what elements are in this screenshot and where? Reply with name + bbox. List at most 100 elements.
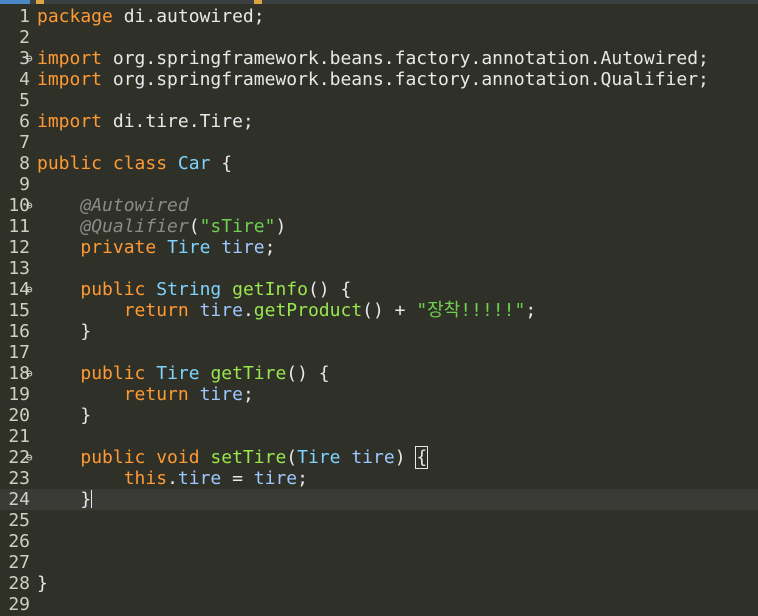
code-line[interactable]: 7 bbox=[0, 132, 758, 153]
code-text[interactable]: @Autowired bbox=[37, 195, 188, 216]
code-line[interactable]: 1 package di.autowired; bbox=[0, 6, 758, 27]
code-line[interactable]: 14 ⊖ public String getInfo() { bbox=[0, 279, 758, 300]
code-token: this bbox=[123, 468, 168, 489]
code-token: Car bbox=[177, 153, 211, 174]
code-line[interactable]: 28} bbox=[0, 573, 758, 594]
code-text[interactable]: private Tire tire; bbox=[37, 237, 275, 258]
tab-icon bbox=[36, 0, 44, 4]
code-line[interactable]: 23 this.tire = tire; bbox=[0, 468, 758, 489]
code-line[interactable]: 10 ⊖ @Autowired bbox=[0, 195, 758, 216]
code-token: } bbox=[37, 489, 92, 510]
fold-toggle-icon[interactable]: ⊖ bbox=[26, 279, 36, 300]
code-line[interactable]: 5 bbox=[0, 90, 758, 111]
code-text[interactable]: } bbox=[37, 321, 91, 342]
code-token: import bbox=[37, 69, 103, 90]
code-line[interactable]: 19 return tire; bbox=[0, 384, 758, 405]
fold-toggle-icon[interactable]: ⊖ bbox=[26, 447, 36, 468]
code-token: org.springframework.beans.factory.annota… bbox=[102, 48, 709, 69]
code-text[interactable]: public void setTire(Tire tire) { bbox=[37, 446, 429, 469]
code-line[interactable]: 9 bbox=[0, 174, 758, 195]
code-token: = bbox=[221, 468, 254, 489]
code-token: . bbox=[242, 300, 254, 321]
code-line[interactable]: 3 ⊖ import org.springframework.beans.facto… bbox=[0, 48, 758, 69]
fold-toggle-icon[interactable]: ⊖ bbox=[26, 363, 36, 384]
code-text[interactable]: package di.autowired; bbox=[37, 6, 265, 27]
line-number: 8 bbox=[19, 153, 30, 174]
code-token: } bbox=[37, 321, 92, 342]
code-line[interactable]: 15 return tire.getProduct() + "장착!!!!!"; bbox=[0, 300, 758, 321]
line-number: 21 bbox=[8, 426, 30, 447]
line-number: 6 bbox=[19, 111, 30, 132]
fold-toggle-icon[interactable]: ⊖ bbox=[26, 195, 36, 216]
code-line[interactable]: 12 private Tire tire; bbox=[0, 237, 758, 258]
code-line[interactable]: 17 bbox=[0, 342, 758, 363]
code-token: tire bbox=[199, 384, 243, 405]
code-text[interactable]: public class Car { bbox=[37, 153, 232, 174]
code-line[interactable]: 4 import org.springframework.beans.factor… bbox=[0, 69, 758, 90]
code-token: "장착!!!!!" bbox=[416, 300, 526, 321]
code-line[interactable]: 8 public class Car { bbox=[0, 153, 758, 174]
line-number: 9 bbox=[19, 174, 30, 195]
code-token: ( bbox=[188, 216, 200, 237]
code-text[interactable]: public Tire getTire() { bbox=[37, 363, 329, 384]
tab-indicator bbox=[0, 0, 30, 4]
code-text[interactable]: } bbox=[37, 489, 93, 510]
code-line[interactable]: 27 bbox=[0, 552, 758, 573]
code-line[interactable]: 16 } bbox=[0, 321, 758, 342]
code-text[interactable]: import org.springframework.beans.factory… bbox=[37, 69, 709, 90]
code-token: getTire bbox=[210, 363, 287, 384]
code-token: tire bbox=[221, 237, 265, 258]
line-number: 26 bbox=[8, 531, 30, 552]
code-line[interactable]: 21 bbox=[0, 426, 758, 447]
code-text[interactable]: public String getInfo() { bbox=[37, 279, 351, 300]
code-text[interactable]: import di.tire.Tire; bbox=[37, 111, 254, 132]
code-line[interactable]: 13 bbox=[0, 258, 758, 279]
code-token: ; bbox=[297, 468, 308, 489]
fold-toggle-icon[interactable]: ⊖ bbox=[26, 48, 36, 69]
code-text[interactable]: import org.springframework.beans.factory… bbox=[37, 48, 709, 69]
code-editor[interactable]: 1 package di.autowired; 2 3 ⊖ import org.spri… bbox=[0, 6, 758, 616]
code-line[interactable]: 11 @Qualifier("sTire") bbox=[0, 216, 758, 237]
code-token: di.tire.Tire; bbox=[102, 111, 254, 132]
code-line[interactable]: 29 bbox=[0, 594, 758, 615]
code-line[interactable]: 26 bbox=[0, 531, 758, 552]
code-text[interactable]: } bbox=[37, 573, 48, 594]
code-text[interactable]: } bbox=[37, 405, 91, 426]
code-line[interactable]: 18 ⊖ public Tire getTire() { bbox=[0, 363, 758, 384]
line-number: 27 bbox=[8, 552, 30, 573]
code-token: ) bbox=[275, 216, 287, 237]
code-line[interactable]: 20 } bbox=[0, 405, 758, 426]
code-token: private bbox=[80, 237, 157, 258]
code-token: { bbox=[415, 446, 429, 469]
code-line[interactable]: 25 bbox=[0, 510, 758, 531]
code-text[interactable]: this.tire = tire; bbox=[37, 468, 308, 489]
code-token: tire bbox=[253, 468, 298, 489]
code-token: tire bbox=[177, 468, 222, 489]
line-number: 19 bbox=[8, 384, 30, 405]
code-line[interactable]: 22 ⊖ public void setTire(Tire tire) { bbox=[0, 446, 758, 469]
code-token: "sTire" bbox=[199, 216, 276, 237]
code-text[interactable]: @Qualifier("sTire") bbox=[37, 216, 286, 237]
code-line[interactable]: 2 bbox=[0, 27, 758, 48]
code-token: () + bbox=[362, 300, 417, 321]
code-line[interactable]: 24 } bbox=[0, 489, 758, 510]
code-token: ( bbox=[286, 447, 298, 468]
line-number: 15 bbox=[8, 300, 30, 321]
code-text[interactable]: return tire; bbox=[37, 384, 254, 405]
line-number: 12 bbox=[8, 237, 30, 258]
code-line[interactable]: 6 import di.tire.Tire; bbox=[0, 111, 758, 132]
code-token: return bbox=[123, 300, 189, 321]
code-text[interactable]: return tire.getProduct() + "장착!!!!!"; bbox=[37, 300, 536, 321]
code-token: import bbox=[37, 111, 103, 132]
